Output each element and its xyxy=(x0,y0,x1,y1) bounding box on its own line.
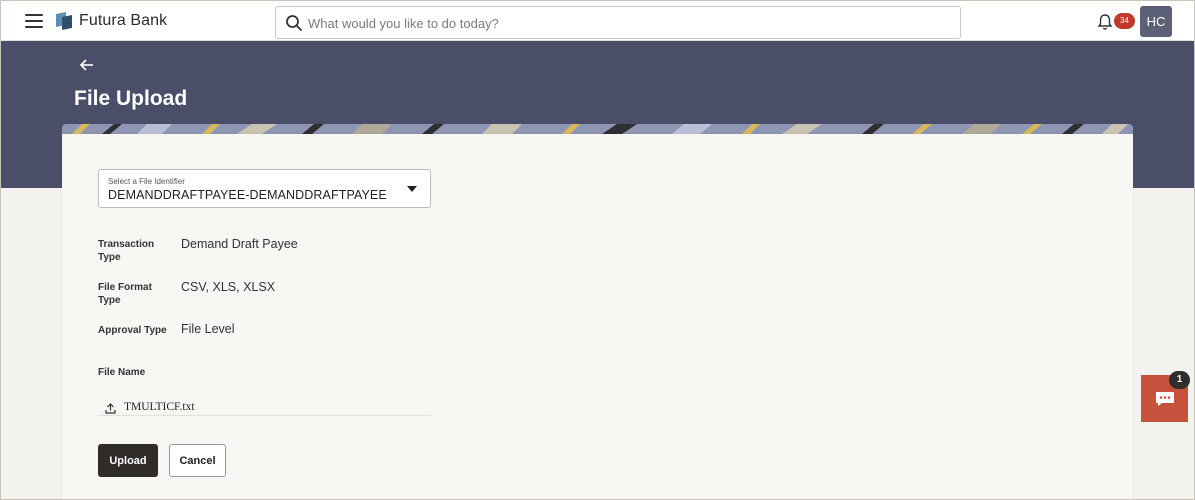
search-box[interactable] xyxy=(275,6,961,39)
bell-icon[interactable] xyxy=(1097,13,1113,31)
top-bar: Futura Bank 34 HC xyxy=(1,1,1194,41)
file-name-value: TMULTICF.txt xyxy=(124,401,195,413)
notification-badge[interactable]: 34 xyxy=(1114,13,1135,29)
approval-type-value: File Level xyxy=(181,322,235,336)
file-name-label: File Name xyxy=(98,367,146,378)
dropdown-caret-icon[interactable] xyxy=(407,186,417,192)
transaction-type-label: Transaction Type xyxy=(98,239,155,263)
file-identifier-select[interactable]: Select a File Identifier DEMANDDRAFTPAYE… xyxy=(98,169,431,208)
bank-logo-icon xyxy=(56,12,72,30)
approval-type-label: Approval Type xyxy=(98,325,167,336)
hamburger-menu-icon[interactable] xyxy=(25,14,43,28)
decorative-banner-strip xyxy=(62,124,1133,134)
file-format-type-value: CSV, XLS, XLSX xyxy=(181,280,276,294)
file-identifier-value: DEMANDDRAFTPAYEE-DEMANDDRAFTPAYEE xyxy=(108,188,387,202)
transaction-type-value: Demand Draft Payee xyxy=(181,237,298,251)
chat-icon xyxy=(1156,392,1174,406)
search-input[interactable] xyxy=(308,11,948,35)
back-arrow-icon[interactable] xyxy=(79,58,95,72)
brand-name[interactable]: Futura Bank xyxy=(79,12,167,30)
avatar[interactable]: HC xyxy=(1140,6,1172,37)
upload-button[interactable]: Upload xyxy=(98,444,158,477)
search-icon[interactable] xyxy=(285,14,303,32)
page-title: File Upload xyxy=(74,87,188,110)
chat-badge: 1 xyxy=(1169,371,1190,389)
cancel-button[interactable]: Cancel xyxy=(169,444,226,477)
file-identifier-label: Select a File Identifier xyxy=(108,177,185,186)
file-format-type-label: File Format Type xyxy=(98,282,152,306)
file-name-field[interactable]: TMULTICF.txt xyxy=(98,399,431,416)
upload-icon[interactable] xyxy=(105,403,116,414)
